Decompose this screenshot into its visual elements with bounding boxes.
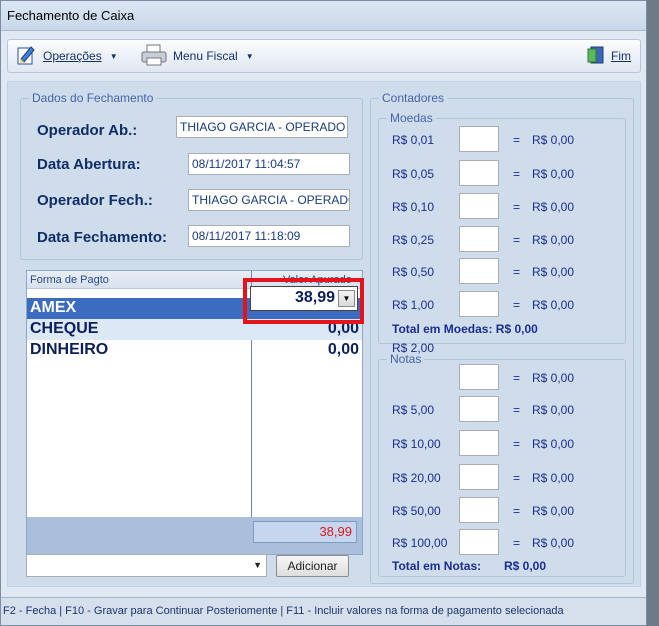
exit-door-icon bbox=[586, 45, 606, 68]
moeda-input[interactable] bbox=[459, 193, 499, 219]
equals-sign: = bbox=[513, 167, 521, 181]
chevron-down-icon[interactable]: ▼ bbox=[338, 290, 355, 307]
row-name: DINHEIRO bbox=[30, 341, 109, 358]
operacoes-menu[interactable]: Operações ▼ bbox=[16, 40, 118, 72]
equals-sign: = bbox=[513, 233, 521, 247]
row-value: 0,00 bbox=[327, 341, 359, 358]
nota-label: R$ 5,00 bbox=[392, 403, 435, 417]
status-bar: F2 - Fecha | F10 - Gravar para Continuar… bbox=[1, 597, 646, 625]
nota-input[interactable] bbox=[459, 430, 499, 456]
moeda-total: R$ 0,00 bbox=[532, 298, 575, 312]
moeda-input[interactable] bbox=[459, 258, 499, 284]
grid-row-dinheiro[interactable]: DINHEIRO 0,00 bbox=[27, 340, 362, 361]
window-title: Fechamento de Caixa bbox=[1, 1, 646, 31]
equals-sign: = bbox=[513, 298, 521, 312]
fim-button[interactable]: Fim bbox=[586, 40, 631, 72]
equals-sign: = bbox=[513, 265, 521, 279]
chevron-down-icon: ▼ bbox=[253, 560, 262, 570]
operador-fech-field[interactable]: THIAGO GARCIA - OPERADO bbox=[188, 189, 350, 211]
nota-total: R$ 0,00 bbox=[532, 471, 575, 485]
data-fechamento-label: Data Fechamento: bbox=[37, 229, 168, 246]
amex-value: 38,99 bbox=[294, 289, 335, 306]
forma-pagto-select[interactable]: ▼ bbox=[26, 554, 267, 577]
moeda-input[interactable] bbox=[459, 291, 499, 317]
payments-grid: Forma de Pagto Valor Apurado AMEX CHEQUE… bbox=[26, 270, 364, 555]
moeda-total: R$ 0,00 bbox=[532, 200, 575, 214]
nota-total: R$ 0,00 bbox=[532, 437, 575, 451]
chevron-down-icon: ▼ bbox=[109, 51, 118, 61]
data-abertura-field[interactable]: 08/11/2017 11:04:57 bbox=[188, 153, 350, 175]
moeda-total: R$ 0,00 bbox=[532, 133, 575, 147]
adicionar-button[interactable]: Adicionar bbox=[276, 555, 349, 577]
nota-input[interactable] bbox=[459, 396, 499, 422]
moeda-label: R$ 0,25 bbox=[392, 233, 435, 247]
nota-label: R$ 100,00 bbox=[392, 536, 448, 550]
menu-fiscal-label: Menu Fiscal bbox=[173, 49, 238, 63]
menu-fiscal-menu[interactable]: Menu Fiscal ▼ bbox=[140, 40, 254, 72]
printer-icon bbox=[140, 43, 168, 70]
moeda-label: R$ 0,10 bbox=[392, 200, 435, 214]
operador-ab-field[interactable]: THIAGO GARCIA - OPERADO bbox=[176, 116, 348, 138]
nota-label: R$ 2,00 bbox=[392, 341, 435, 355]
moeda-label: R$ 0,50 bbox=[392, 265, 435, 279]
toolbar: Operações ▼ Menu Fiscal ▼ Fim bbox=[7, 39, 641, 73]
equals-sign: = bbox=[513, 403, 521, 417]
nota-total: R$ 0,00 bbox=[532, 371, 575, 385]
equals-sign: = bbox=[513, 504, 521, 518]
moeda-label: R$ 1,00 bbox=[392, 298, 435, 312]
moeda-input[interactable] bbox=[459, 160, 499, 186]
main-panel: Dados do Fechamento Operador Ab.: THIAGO… bbox=[7, 81, 641, 587]
moeda-total: R$ 0,00 bbox=[532, 265, 575, 279]
total-notas-label: Total em Notas: bbox=[392, 559, 482, 573]
equals-sign: = bbox=[513, 200, 521, 214]
moedas-title: Moedas bbox=[387, 111, 436, 125]
moeda-input[interactable] bbox=[459, 126, 499, 152]
data-abertura-label: Data Abertura: bbox=[37, 156, 141, 173]
data-fechamento-field[interactable]: 08/11/2017 11:18:09 bbox=[188, 225, 350, 247]
moeda-total: R$ 0,00 bbox=[532, 233, 575, 247]
moeda-label: R$ 0,05 bbox=[392, 167, 435, 181]
nota-label: R$ 50,00 bbox=[392, 504, 441, 518]
contadores-title: Contadores bbox=[379, 91, 448, 105]
moeda-input[interactable] bbox=[459, 226, 499, 252]
equals-sign: = bbox=[513, 536, 521, 550]
operador-ab-label: Operador Ab.: bbox=[37, 122, 138, 139]
equals-sign: = bbox=[513, 133, 521, 147]
nota-input[interactable] bbox=[459, 464, 499, 490]
grid-total: 38,99 bbox=[253, 521, 357, 543]
total-notas-value: R$ 0,00 bbox=[504, 559, 547, 573]
equals-sign: = bbox=[513, 471, 521, 485]
nota-total: R$ 0,00 bbox=[532, 403, 575, 417]
nota-total: R$ 0,00 bbox=[532, 536, 575, 550]
operacoes-icon bbox=[16, 44, 38, 69]
chevron-down-icon: ▼ bbox=[245, 51, 254, 61]
moeda-total: R$ 0,00 bbox=[532, 167, 575, 181]
row-name: CHEQUE bbox=[30, 320, 99, 337]
amex-value-editor[interactable]: 38,99 ▼ bbox=[250, 286, 358, 311]
nota-input[interactable] bbox=[459, 497, 499, 523]
caixa-window: Fechamento de Caixa Operações ▼ Menu Fis… bbox=[0, 0, 647, 626]
moeda-label: R$ 0,01 bbox=[392, 133, 435, 147]
nota-total: R$ 0,00 bbox=[532, 504, 575, 518]
row-name: AMEX bbox=[30, 299, 77, 316]
equals-sign: = bbox=[513, 437, 521, 451]
total-moedas: Total em Moedas: R$ 0,00 bbox=[392, 322, 538, 336]
nota-label: R$ 10,00 bbox=[392, 437, 441, 451]
fim-label: Fim bbox=[611, 49, 631, 63]
operacoes-label: Operações bbox=[43, 49, 102, 63]
operador-fech-label: Operador Fech.: bbox=[37, 192, 153, 209]
nota-input[interactable] bbox=[459, 364, 499, 390]
nota-input[interactable] bbox=[459, 529, 499, 555]
dados-fechamento-title: Dados do Fechamento bbox=[29, 91, 157, 105]
equals-sign: = bbox=[513, 371, 521, 385]
nota-label: R$ 20,00 bbox=[392, 471, 441, 485]
col-forma-pagto: Forma de Pagto bbox=[30, 274, 109, 286]
